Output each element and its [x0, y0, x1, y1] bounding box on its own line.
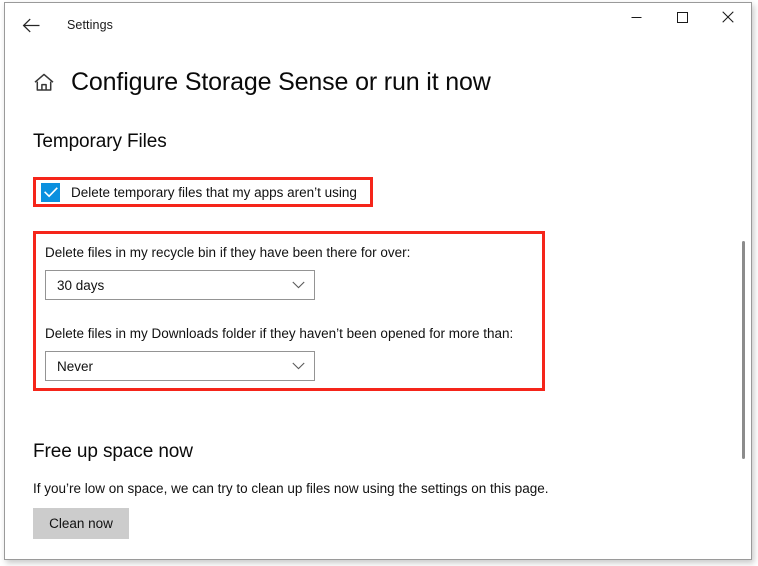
free-up-space-description: If you’re low on space, we can try to cl… [33, 481, 549, 496]
temp-files-checkbox-group: Delete temporary files that my apps aren… [33, 177, 373, 207]
recycle-bin-label: Delete files in my recycle bin if they h… [45, 245, 411, 260]
chevron-down-icon [292, 362, 305, 370]
delete-temp-files-checkbox[interactable] [41, 182, 60, 202]
scrollbar-thumb[interactable] [742, 241, 745, 459]
maximize-button[interactable] [659, 3, 705, 35]
back-arrow-icon [22, 18, 41, 33]
page-header: Configure Storage Sense or run it now [5, 60, 751, 104]
home-icon[interactable] [31, 69, 57, 95]
recycle-bin-dropdown[interactable]: 30 days [45, 270, 315, 300]
settings-window: Settings Configure Storage Sense or run … [4, 2, 752, 560]
recycle-bin-dropdown-value: 30 days [57, 277, 105, 293]
window-controls [613, 3, 751, 35]
vertical-scrollbar[interactable] [736, 103, 750, 559]
free-up-space-heading: Free up space now [33, 441, 193, 462]
chevron-down-icon [292, 281, 305, 289]
delete-temp-files-checkbox-row[interactable]: Delete temporary files that my apps aren… [33, 177, 373, 207]
content-area: Temporary Files Delete temporary files t… [5, 131, 751, 539]
downloads-folder-dropdown[interactable]: Never [45, 351, 315, 381]
retention-settings-group: Delete files in my recycle bin if they h… [33, 231, 557, 399]
clean-now-button[interactable]: Clean now [33, 508, 129, 539]
app-title: Settings [67, 18, 113, 32]
minimize-icon [631, 10, 642, 28]
close-icon [722, 10, 734, 28]
close-button[interactable] [705, 3, 751, 35]
delete-temp-files-checkbox-label: Delete temporary files that my apps aren… [71, 184, 357, 200]
page-title: Configure Storage Sense or run it now [71, 67, 491, 96]
downloads-folder-label: Delete files in my Downloads folder if t… [45, 326, 514, 341]
downloads-folder-dropdown-value: Never [57, 358, 94, 374]
minimize-button[interactable] [613, 3, 659, 35]
temporary-files-heading: Temporary Files [33, 131, 167, 152]
back-button[interactable] [9, 9, 53, 41]
title-bar: Settings [5, 3, 751, 47]
maximize-icon [676, 10, 688, 28]
